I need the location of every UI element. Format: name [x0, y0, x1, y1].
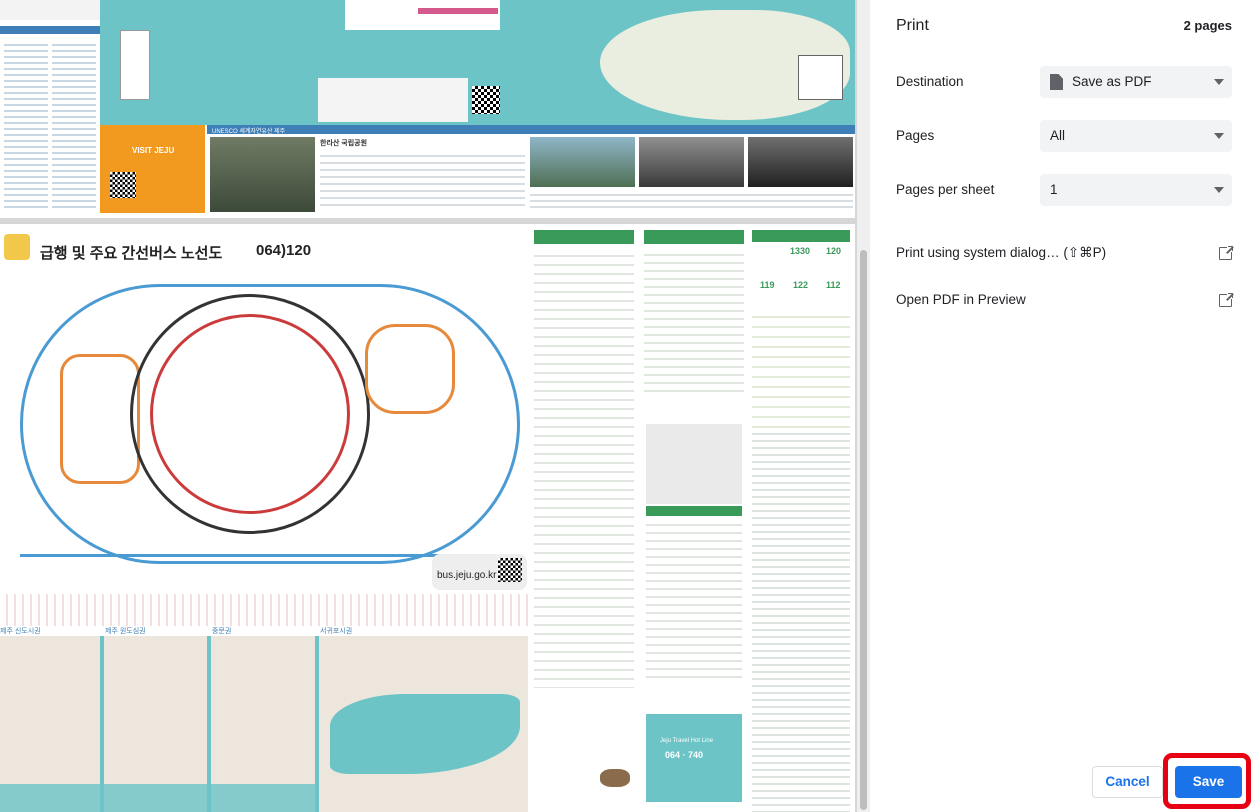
bus-map-title: 급행 및 주요 간선버스 노선도: [40, 245, 223, 262]
index-list-left: [4, 40, 48, 210]
hotline-number: 064 · 740: [665, 750, 704, 760]
guide-header-4: [752, 230, 850, 242]
system-dialog-link[interactable]: Print using system dialog… (⇧⌘P): [896, 245, 1234, 267]
print-title: Print: [896, 17, 929, 34]
geomun-photo: [639, 137, 744, 187]
pages-select[interactable]: All: [1040, 120, 1232, 152]
save-button[interactable]: Save: [1175, 766, 1242, 798]
chevron-down-icon: [1214, 133, 1224, 139]
bus-num-4: 122: [793, 280, 809, 290]
map-info-box: [798, 55, 843, 100]
map-legend: [120, 30, 150, 100]
map-route-box: [345, 0, 500, 30]
pages-per-sheet-value: 1: [1050, 182, 1058, 197]
bus-site: bus.jeju.go.kr: [437, 570, 497, 581]
page-count: 2 pages: [1183, 18, 1232, 33]
open-preview-label: Open PDF in Preview: [896, 292, 1026, 307]
jungmun-label: 중문권: [212, 628, 232, 635]
destination-value: Save as PDF: [1072, 74, 1152, 89]
pages-value: All: [1050, 128, 1066, 143]
guide-header-2: [644, 230, 744, 244]
visit-jeju-panel: [100, 125, 205, 213]
guide-header-3: [646, 506, 742, 516]
guide-table: [646, 518, 742, 678]
bus-map-phone: 064)120: [256, 242, 312, 259]
pdf-document-icon: [1050, 74, 1063, 90]
bus-legend: [0, 594, 528, 626]
chevron-down-icon: [1214, 187, 1224, 193]
express-route-line: [150, 314, 350, 514]
open-external-icon: [1219, 292, 1234, 307]
qr-code-visit: [110, 172, 136, 198]
qr-code-bus: [498, 558, 522, 582]
visit-jeju-label: VISIT JEJU: [132, 146, 175, 155]
system-dialog-label: Print using system dialog… (⇧⌘P): [896, 245, 1107, 260]
destination-select[interactable]: Save as PDF: [1040, 66, 1232, 98]
qr-code-top: [472, 86, 500, 114]
unesco-heading: UNESCO 세계자연유산 제주: [212, 129, 286, 135]
seogwipo-label: 서귀포시권: [320, 628, 353, 635]
hotline-heading: Jeju Travel Hot Line: [660, 738, 714, 744]
map-inset-photo: [318, 78, 468, 122]
hallasan-photo: [210, 137, 315, 212]
pages-label: Pages: [896, 128, 935, 143]
open-external-icon: [1219, 245, 1234, 260]
bus-icon: [4, 234, 30, 260]
index-list-right: [52, 40, 96, 210]
pages-per-sheet-label: Pages per sheet: [896, 182, 995, 197]
print-preview[interactable]: VISIT JEJU UNESCO 세계자연유산 제주 한라산 국립공원 급행 …: [0, 0, 870, 812]
bus-num-5: 112: [826, 280, 841, 290]
city-map-divider-3: [315, 636, 319, 812]
unesco-header: [207, 125, 855, 134]
bus-num-2: 120: [826, 246, 842, 256]
guide-list-3: [752, 308, 850, 428]
destination-label: Destination: [896, 74, 964, 89]
pages-per-sheet-select[interactable]: 1: [1040, 174, 1232, 206]
bus-num-3: 119: [760, 280, 775, 290]
bus-num-1: 1330: [790, 246, 811, 256]
sunrise-peak-photo: [530, 137, 635, 187]
print-window: VISIT JEJU UNESCO 세계자연유산 제주 한라산 국립공원 급행 …: [0, 0, 1255, 812]
guide-list-4: [752, 428, 850, 812]
chevron-down-icon: [1214, 79, 1224, 85]
preview-scroll-thumb[interactable]: [860, 250, 867, 810]
unesco-captions: [530, 190, 853, 212]
east-route-line: [365, 324, 455, 414]
guide-list-1: [534, 248, 634, 688]
jeju-city-label: 제주 신도시권: [0, 628, 41, 635]
logo-strip: [0, 0, 100, 20]
cancel-button[interactable]: Cancel: [1092, 766, 1163, 798]
jeju-old-label: 제주 원도심권: [105, 628, 146, 635]
guide-list-2: [644, 248, 744, 398]
index-header: [0, 26, 100, 34]
preview-page-2: 급행 및 주요 간선버스 노선도 064)120 bus.jeju.go.kr …: [0, 224, 855, 812]
guide-illustration: [534, 724, 634, 804]
west-route-line: [60, 354, 140, 484]
lava-tube-photo: [748, 137, 853, 187]
guide-header-1: [534, 230, 634, 244]
coastline: [0, 784, 315, 812]
guide-map: [646, 424, 742, 504]
hallasan-heading: 한라산 국립공원: [320, 140, 368, 147]
preview-page-1: VISIT JEJU UNESCO 세계자연유산 제주 한라산 국립공원: [0, 0, 855, 218]
preview-scrollbar[interactable]: [857, 0, 870, 812]
horse-illustration: [600, 769, 630, 787]
print-settings-panel: Print 2 pages Destination Save as PDF Pa…: [870, 0, 1255, 812]
map-route-bar: [418, 8, 498, 14]
open-preview-link[interactable]: Open PDF in Preview: [896, 292, 1234, 314]
hallasan-text: [320, 150, 525, 210]
